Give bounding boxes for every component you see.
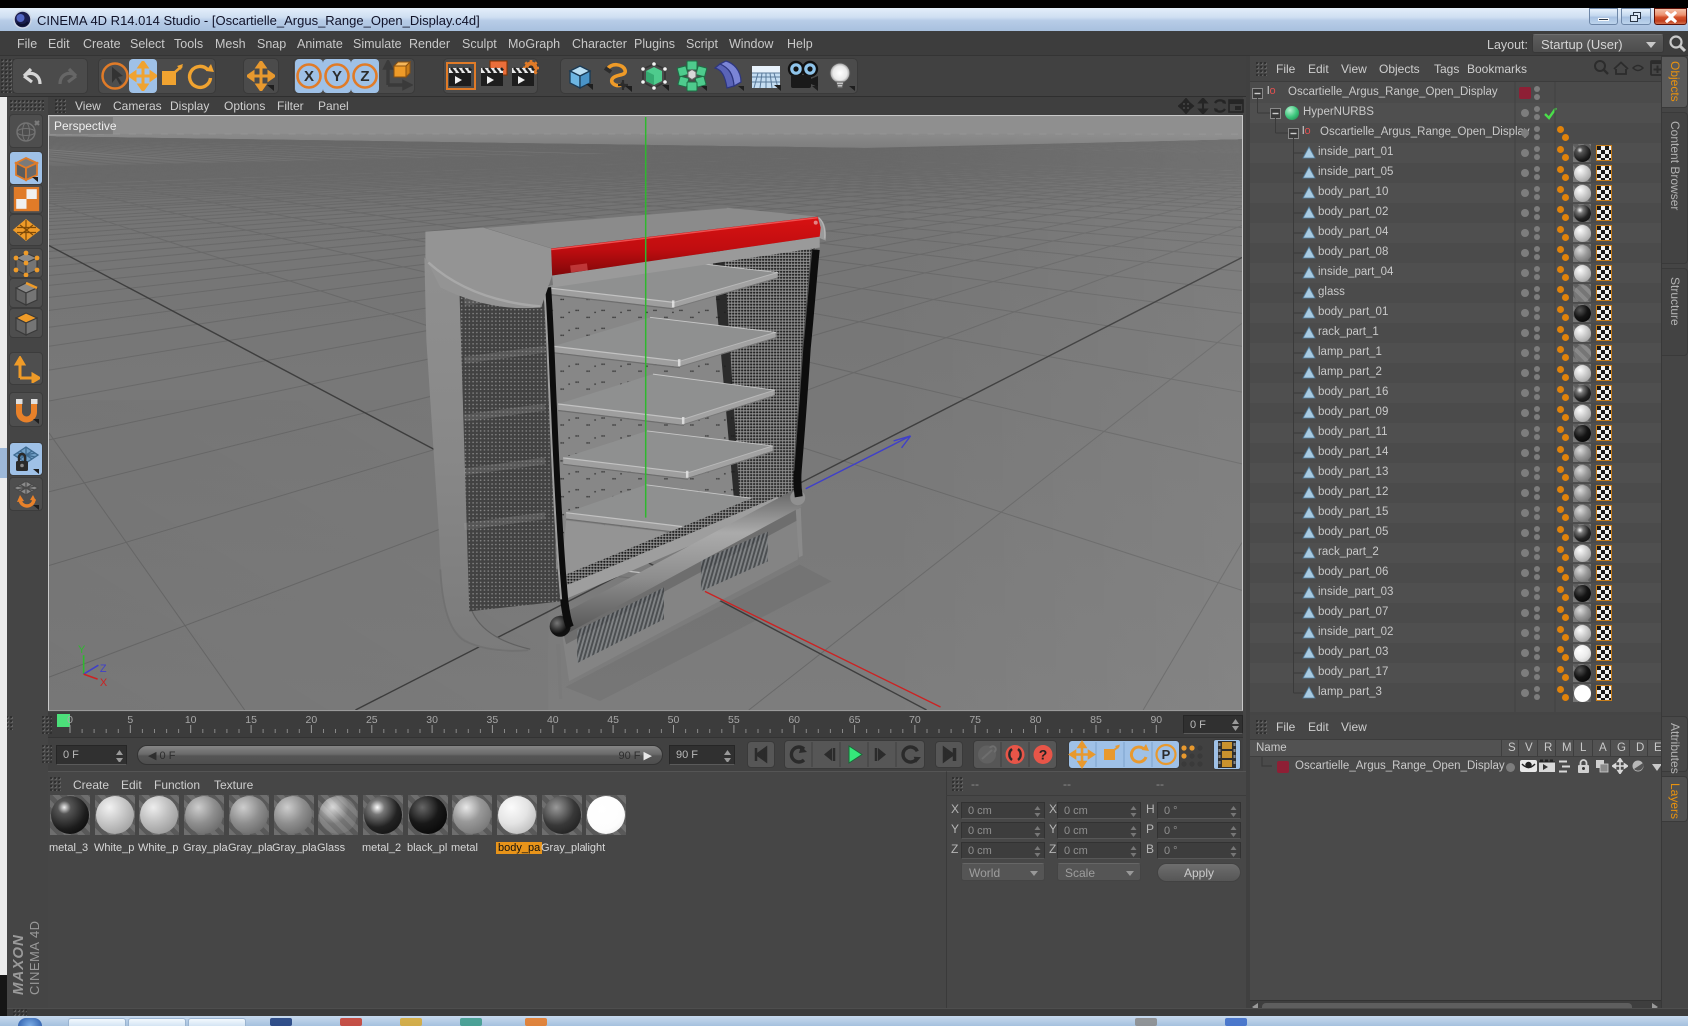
svg-text:50: 50 [668, 714, 680, 726]
svg-text:Z: Z [100, 663, 107, 675]
svg-text:10: 10 [185, 714, 197, 726]
svg-text:20: 20 [306, 714, 318, 726]
svg-text:35: 35 [487, 714, 499, 726]
svg-text:55: 55 [728, 714, 740, 726]
svg-text:40: 40 [547, 714, 559, 726]
svg-text:Perspective: Perspective [54, 119, 117, 133]
svg-text:5: 5 [127, 714, 133, 726]
svg-text:15: 15 [245, 714, 257, 726]
svg-text:30: 30 [426, 714, 438, 726]
svg-text:P: P [1162, 747, 1171, 762]
svg-text:85: 85 [1090, 714, 1102, 726]
svg-text:0: 0 [67, 714, 73, 726]
svg-text:60: 60 [788, 714, 800, 726]
svg-text:80: 80 [1030, 714, 1042, 726]
svg-text:65: 65 [849, 714, 861, 726]
svg-text:75: 75 [969, 714, 981, 726]
svg-text:70: 70 [909, 714, 921, 726]
svg-text:X: X [100, 677, 108, 689]
svg-text:Z: Z [360, 68, 369, 85]
svg-text:90: 90 [1150, 714, 1162, 726]
svg-text:25: 25 [366, 714, 378, 726]
svg-text:?: ? [1039, 747, 1048, 763]
svg-text:45: 45 [607, 714, 619, 726]
svg-text:Y: Y [78, 644, 86, 656]
svg-text:X: X [304, 68, 314, 85]
svg-text:Y: Y [332, 68, 342, 85]
